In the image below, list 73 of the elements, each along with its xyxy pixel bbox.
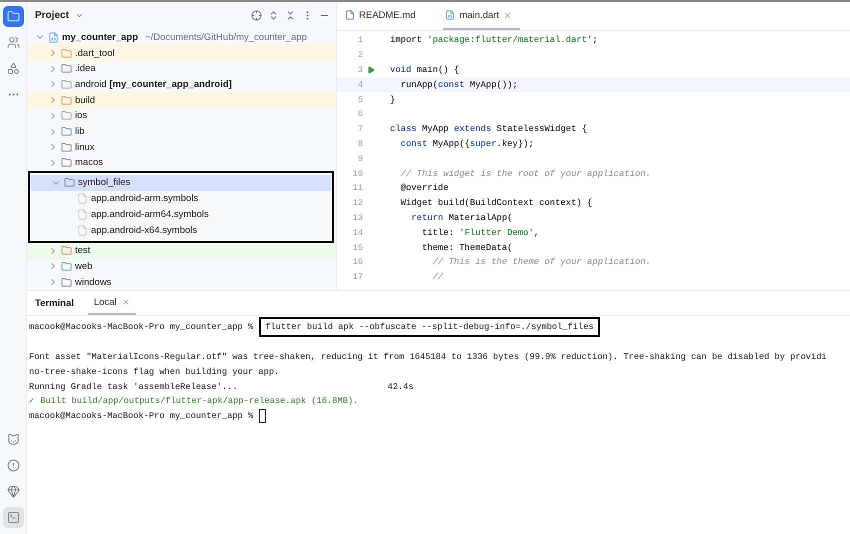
folder-item[interactable]: .idea bbox=[27, 60, 336, 77]
terminal-title: Terminal bbox=[35, 298, 74, 308]
panel-title[interactable]: Project bbox=[35, 10, 69, 22]
code-line: void main() { bbox=[390, 64, 460, 75]
collapse-all-icon[interactable] bbox=[285, 10, 296, 22]
code-line: class MyApp extends StatelessWidget { bbox=[390, 124, 588, 134]
folder-item[interactable]: ios bbox=[27, 108, 336, 124]
folder-item[interactable]: symbol_files bbox=[30, 174, 332, 191]
code-line: import 'package:flutter/material.dart'; bbox=[390, 35, 598, 46]
line-number: 17 bbox=[352, 272, 363, 282]
file-item[interactable]: app.android-arm.symbols bbox=[30, 190, 332, 207]
output-text: no-tree-shake-icons flag when building your app. bbox=[29, 366, 280, 377]
close-icon[interactable] bbox=[503, 10, 512, 20]
editor-tab[interactable]: README.md bbox=[343, 2, 424, 30]
line-number: 1 bbox=[356, 35, 363, 46]
folder-item[interactable]: build bbox=[27, 92, 336, 108]
line-number: 11 bbox=[352, 183, 363, 194]
editor-tab[interactable]: main.dart bbox=[443, 2, 520, 30]
file-item[interactable]: app.android-arm64.symbols bbox=[30, 206, 332, 223]
code-line: theme: ThemeData( bbox=[420, 242, 512, 253]
line-number: 6 bbox=[356, 109, 363, 120]
code-line: const MyApp({super.key}); bbox=[400, 138, 534, 149]
line-number: 9 bbox=[356, 154, 363, 164]
file-item[interactable]: app.android-x64.symbols bbox=[30, 222, 332, 239]
line-number: 2 bbox=[356, 50, 363, 60]
terminal-tab[interactable]: Local bbox=[88, 291, 136, 315]
code-line: } bbox=[390, 94, 396, 105]
line-number: 15 bbox=[352, 242, 363, 253]
expand-all-icon[interactable] bbox=[268, 10, 279, 22]
file-icon bbox=[77, 209, 88, 220]
line-number: 3 bbox=[356, 64, 363, 75]
line-number: 4 bbox=[356, 80, 363, 90]
prompt-text: macook@Macooks-MacBook-Pro my_counter_app % bbox=[29, 411, 254, 422]
crosshair-icon[interactable] bbox=[251, 10, 262, 22]
file-icon bbox=[77, 225, 88, 236]
code-line: title: 'Flutter Demo', bbox=[420, 228, 540, 238]
duration-text: 42.4s bbox=[388, 382, 414, 392]
line-number: 16 bbox=[352, 257, 363, 268]
code-line: // This widget is the root of your application. bbox=[400, 168, 651, 179]
terminal-icon[interactable] bbox=[2, 507, 24, 528]
code-line: return MaterialApp( bbox=[410, 212, 513, 223]
line-number: 14 bbox=[352, 228, 363, 238]
output-text: Font asset "MaterialIcons-Regular.otf" was tree-shaken, reducing it from 1645184 to 1336 bytes (99.9% reduction). Tree-shaking can be disabled by providi bbox=[29, 352, 827, 362]
code-line: Widget build(BuildContext context) { bbox=[400, 198, 592, 208]
line-number: 13 bbox=[352, 212, 363, 223]
success-text: Built build/app/outputs/flutter-apk/app-release.apk (16.8MB). bbox=[40, 396, 358, 406]
line-number: 7 bbox=[356, 124, 363, 134]
folder-item[interactable]: android [my_counter_app_android] bbox=[27, 76, 336, 92]
code-line: // This is the theme of your application. bbox=[432, 257, 651, 268]
folder-item[interactable]: web bbox=[27, 258, 336, 274]
check-mark: ✓ bbox=[29, 396, 34, 406]
folder-item[interactable]: macos bbox=[27, 155, 336, 171]
folder-item[interactable]: test bbox=[27, 242, 336, 259]
prompt-text: macook@Macooks-MacBook-Pro my_counter_app % bbox=[29, 322, 254, 332]
folder-item[interactable]: .dart_tool bbox=[27, 45, 336, 61]
markdown-icon bbox=[345, 10, 355, 20]
file-icon bbox=[77, 193, 88, 204]
file-icon bbox=[445, 10, 456, 20]
code-line: @override bbox=[400, 183, 449, 194]
folder-item[interactable]: windows bbox=[27, 274, 336, 290]
folder-item[interactable]: my_counter_app ~/Documents/GitHub/my_counter_app bbox=[27, 29, 336, 46]
line-number: 8 bbox=[356, 138, 363, 149]
run-icon[interactable] bbox=[367, 66, 375, 74]
folder-item[interactable]: lib bbox=[27, 124, 336, 140]
code-line: runApp(const MyApp()); bbox=[400, 80, 518, 90]
line-number: 10 bbox=[352, 168, 363, 179]
line-number: 5 bbox=[356, 94, 363, 105]
output-text: Running Gradle task 'assembleRelease'... bbox=[29, 382, 238, 392]
folder-item[interactable]: linux bbox=[27, 139, 336, 156]
line-number: 12 bbox=[352, 198, 363, 208]
command-text: flutter build apk --obfuscate --split-debug-info=./symbol_files bbox=[259, 317, 600, 338]
close-icon[interactable] bbox=[122, 298, 130, 306]
code-line: // bbox=[432, 272, 444, 282]
